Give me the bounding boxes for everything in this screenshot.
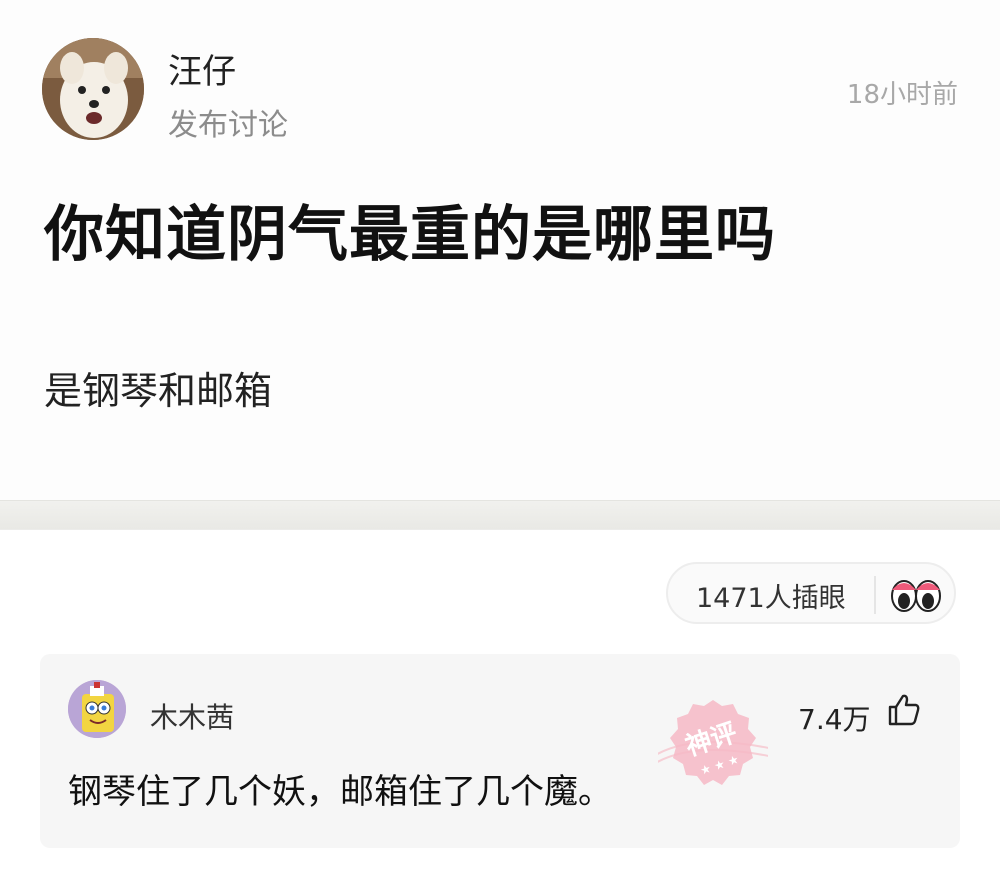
section-divider xyxy=(0,500,1000,530)
comment-like-count: 7.4万 xyxy=(798,703,871,736)
featured-comment-badge: 神评 ★ ★ ★ xyxy=(658,700,768,785)
post-card: 汪仔 发布讨论 18小时前 你知道阴气最重的是哪里吗 是钢琴和邮箱 xyxy=(0,0,1000,500)
post-title: 你知道阴气最重的是哪里吗 xyxy=(44,200,776,270)
peek-count: 1471人插眼 xyxy=(696,583,846,614)
author-action: 发布讨论 xyxy=(168,108,288,143)
author-name[interactable]: 汪仔 xyxy=(168,44,236,93)
thumbs-up-icon[interactable] xyxy=(886,692,922,728)
author-avatar[interactable] xyxy=(42,38,144,140)
post-body: 是钢琴和邮箱 xyxy=(44,369,273,413)
top-comment: 木木茜 神评 ★ ★ ★ 7.4万 钢琴住了几个妖，邮箱住了几个魔。 xyxy=(40,654,960,848)
eyes-icon xyxy=(891,580,941,612)
commenter-name[interactable]: 木木茜 xyxy=(150,696,234,736)
peek-button[interactable]: 1471人插眼 xyxy=(666,562,956,624)
post-timestamp: 18小时前 xyxy=(846,80,958,110)
commenter-avatar[interactable] xyxy=(68,680,126,738)
comment-text: 钢琴住了几个妖，邮箱住了几个魔。 xyxy=(68,772,612,812)
dog-avatar-image xyxy=(42,38,144,140)
peek-separator xyxy=(874,576,876,614)
cartoon-avatar-image xyxy=(68,680,126,738)
